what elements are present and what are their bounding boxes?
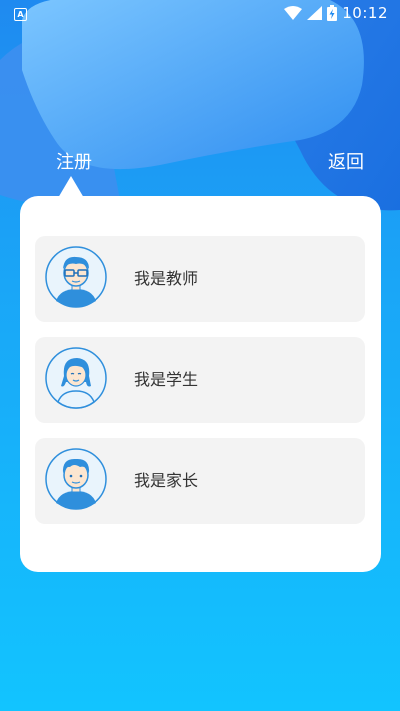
role-item-teacher[interactable]: 我是教师 <box>35 236 365 322</box>
role-item-student[interactable]: 我是学生 <box>35 337 365 423</box>
card-pointer <box>58 176 84 198</box>
role-item-parent[interactable]: 我是家长 <box>35 438 365 524</box>
battery-charging-icon <box>327 5 338 21</box>
teacher-avatar-icon <box>45 246 107 308</box>
wifi-icon <box>284 6 303 20</box>
parent-avatar-icon <box>45 448 107 510</box>
status-bar: A 10:12 <box>0 0 400 28</box>
role-label-student: 我是学生 <box>134 370 199 389</box>
cell-signal-icon <box>307 6 323 20</box>
role-label-teacher: 我是教师 <box>134 269 199 288</box>
role-selection-card: 我是教师 我是学生 我是家长 <box>20 196 381 572</box>
role-label-parent: 我是家长 <box>134 471 199 490</box>
app-notification-icon: A <box>14 8 27 21</box>
page-title: 注册 <box>56 152 92 173</box>
back-button[interactable]: 返回 <box>328 148 364 174</box>
student-avatar-icon <box>45 347 107 409</box>
status-time: 10:12 <box>342 4 388 22</box>
